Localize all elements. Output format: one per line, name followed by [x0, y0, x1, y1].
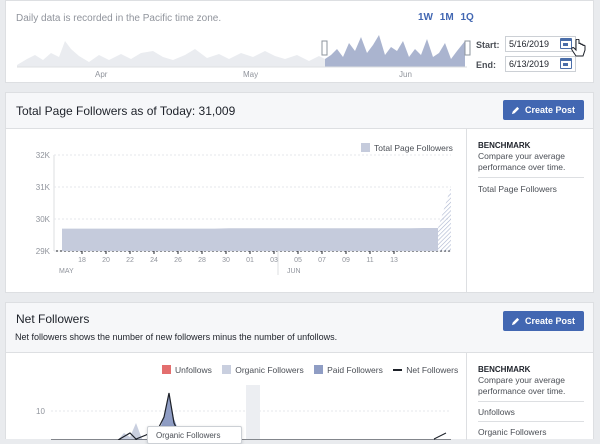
x-month-label: JUN	[287, 268, 301, 275]
x-tick-label: 03	[270, 257, 278, 264]
x-tick-label: 20	[102, 257, 110, 264]
net-followers-header: Net Followers Create Post Net followers …	[6, 303, 593, 353]
benchmark-item-total-followers[interactable]: Total Page Followers	[478, 184, 557, 194]
month-label-jun: Jun	[399, 70, 412, 79]
end-label: End:	[476, 60, 496, 70]
benchmark-divider	[478, 401, 584, 402]
benchmark-description: Compare your average performance over ti…	[478, 375, 566, 396]
net-followers-card: Net Followers Create Post Net followers …	[5, 302, 595, 444]
selection-handle-right[interactable]	[464, 40, 471, 56]
x-tick-label: 28	[198, 257, 206, 264]
selection-handle-left[interactable]	[321, 40, 328, 56]
page-followers-title: Total Page Followers as of Today: 31,009	[16, 104, 236, 118]
page-followers-card: Total Page Followers as of Today: 31,009…	[5, 92, 594, 293]
overview-sparkline[interactable]: Apr May Jun	[13, 29, 471, 81]
net-followers-description: Net followers shows the number of new fo…	[15, 332, 338, 342]
benchmark-title: BENCHMARK	[478, 365, 531, 374]
pencil-icon	[511, 106, 520, 115]
range-presets: 1W 1M 1Q	[418, 12, 478, 23]
x-tick-label: 24	[150, 257, 158, 264]
x-tick-label: 22	[126, 257, 134, 264]
net-followers-title: Net Followers	[16, 312, 90, 326]
range-1m-button[interactable]: 1M	[440, 12, 454, 23]
x-tick-label: 18	[78, 257, 86, 264]
followers-benchmark-panel: BENCHMARK Compare your average performan…	[466, 129, 595, 293]
x-tick-label: 26	[174, 257, 182, 264]
create-post-button[interactable]: Create Post	[502, 100, 584, 120]
followers-area	[62, 227, 438, 251]
x-tick-label: 09	[342, 257, 350, 264]
benchmark-description: Compare your average performance over ti…	[478, 151, 566, 172]
calendar-icon[interactable]	[560, 58, 572, 69]
y-tick-label: 32K	[36, 151, 51, 160]
y-tick-label: 30K	[36, 215, 51, 224]
net-benchmark-panel: BENCHMARK Compare your average performan…	[466, 353, 595, 440]
benchmark-divider	[478, 177, 584, 178]
x-tick-label: 07	[318, 257, 326, 264]
pencil-icon	[511, 317, 520, 326]
y-tick-label: 10	[36, 407, 45, 416]
benchmark-title: BENCHMARK	[478, 141, 531, 150]
create-post-button[interactable]: Create Post	[502, 311, 584, 331]
page-followers-header: Total Page Followers as of Today: 31,009…	[6, 93, 593, 129]
y-tick-label: 31K	[36, 183, 51, 192]
create-post-label: Create Post	[524, 316, 575, 326]
page-followers-chart[interactable]: 29K 30K 31K 32K 18 20 22 24 26 28 30 01 03 05 07 09 11 13…	[6, 129, 466, 293]
x-tick-label: 01	[246, 257, 254, 264]
range-1q-button[interactable]: 1Q	[460, 12, 473, 23]
overview-area-selected	[325, 35, 465, 67]
x-tick-label: 05	[294, 257, 302, 264]
hover-column	[246, 385, 260, 440]
start-label: Start:	[476, 40, 500, 50]
overview-area-unselected	[17, 41, 325, 67]
month-label-apr: Apr	[95, 70, 108, 79]
x-tick-label: 11	[366, 257, 373, 264]
range-1w-button[interactable]: 1W	[418, 12, 433, 23]
create-post-label: Create Post	[524, 105, 575, 115]
x-tick-label: 13	[390, 257, 398, 264]
benchmark-divider	[478, 421, 584, 422]
month-label-may: May	[243, 70, 258, 79]
x-tick-label: 30	[222, 257, 230, 264]
benchmark-item-organic-followers[interactable]: Organic Followers	[478, 427, 547, 437]
date-range-card: Daily data is recorded in the Pacific ti…	[5, 0, 594, 83]
y-tick-label: 29K	[36, 247, 51, 256]
benchmark-item-unfollows[interactable]: Unfollows	[478, 407, 515, 417]
cursor-hand-icon	[571, 39, 586, 57]
timezone-note: Daily data is recorded in the Pacific ti…	[16, 13, 222, 24]
x-month-label: MAY	[59, 268, 74, 275]
chart-tooltip: Organic Followers	[147, 426, 242, 444]
net-line-tail	[433, 432, 447, 440]
